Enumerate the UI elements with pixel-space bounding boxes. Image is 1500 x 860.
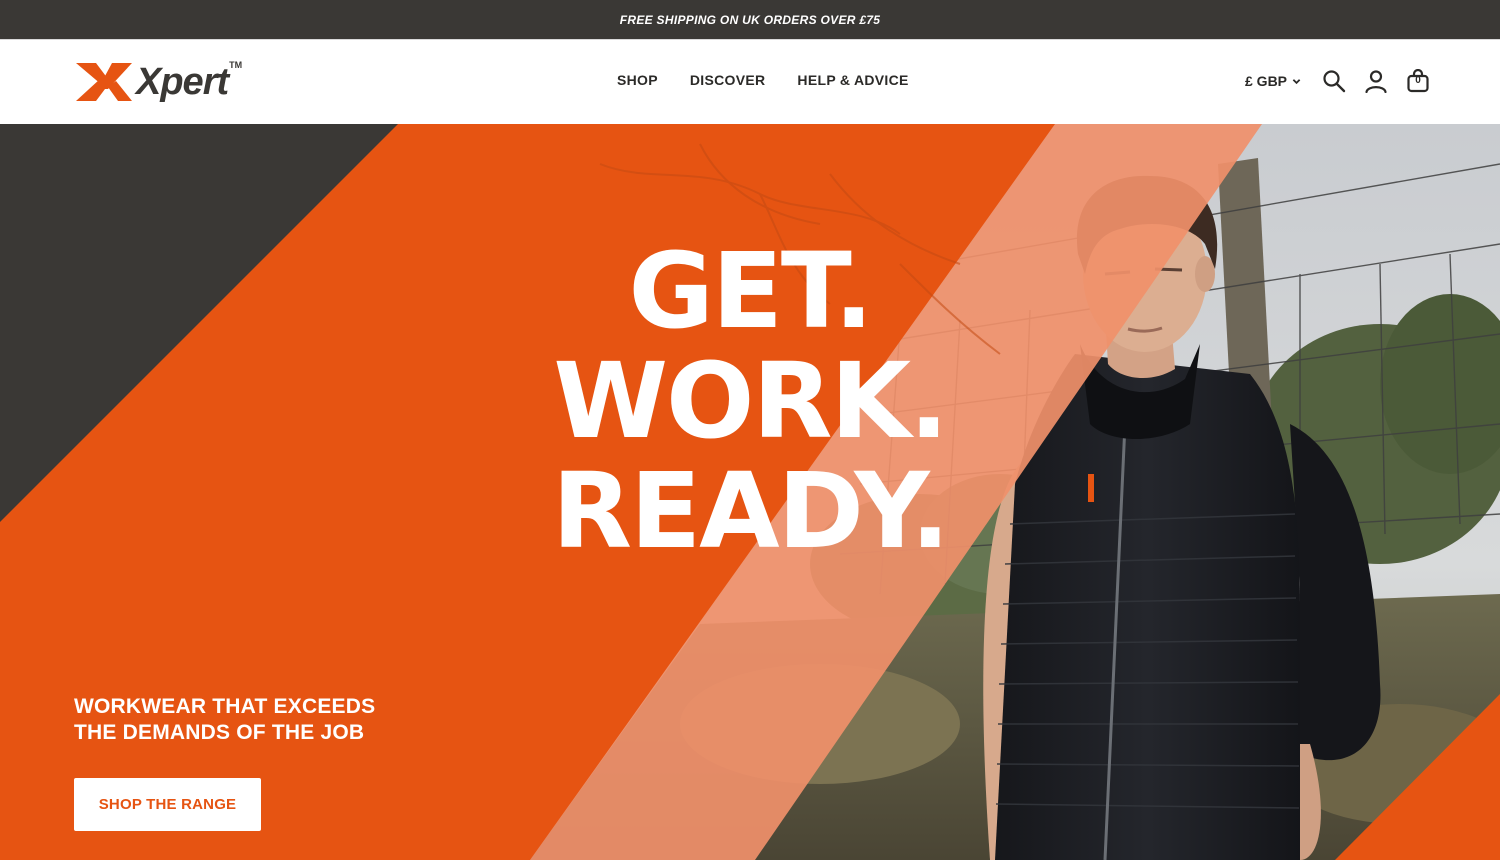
currency-selector[interactable]: £ GBP bbox=[1245, 73, 1301, 89]
headline-line-2: WORK. bbox=[553, 340, 948, 462]
tagline-line-2: THE DEMANDS OF THE JOB bbox=[74, 721, 365, 744]
headline-line-1: GET. bbox=[628, 230, 873, 352]
hero-headline: GET. WORK. READY. bbox=[530, 236, 970, 566]
hero-banner: GET. WORK. READY. WORKWEAR THAT EXCEEDS … bbox=[0, 124, 1500, 860]
cart-button[interactable]: 0 bbox=[1405, 68, 1431, 94]
brand-logo[interactable]: Xpert TM bbox=[74, 58, 269, 106]
nav-item-discover[interactable]: DISCOVER bbox=[690, 70, 766, 90]
tagline-line-1: WORKWEAR THAT EXCEEDS bbox=[74, 695, 376, 718]
hero-tagline: WORKWEAR THAT EXCEEDS THE DEMANDS OF THE… bbox=[74, 694, 414, 746]
announcement-text: FREE SHIPPING ON UK ORDERS OVER £75 bbox=[619, 12, 881, 27]
headline-line-3: READY. bbox=[552, 450, 950, 572]
nav-item-help-advice[interactable]: HELP & ADVICE bbox=[797, 70, 908, 90]
trademark-mark: TM bbox=[229, 60, 243, 70]
brand-name: Xpert bbox=[136, 61, 229, 103]
header-utilities: £ GBP 0 bbox=[1245, 66, 1431, 96]
main-navigation: SHOP DISCOVER HELP & ADVICE bbox=[617, 70, 909, 90]
search-button[interactable] bbox=[1321, 68, 1347, 94]
xpert-x-logo-icon bbox=[76, 63, 132, 101]
account-button[interactable] bbox=[1363, 68, 1389, 94]
chevron-down-icon bbox=[1292, 78, 1301, 84]
account-icon bbox=[1365, 70, 1387, 93]
currency-label: £ GBP bbox=[1245, 73, 1288, 89]
cart-count-badge: 0 bbox=[1415, 75, 1421, 86]
nav-item-shop[interactable]: SHOP bbox=[617, 70, 658, 90]
shop-the-range-button[interactable]: SHOP THE RANGE bbox=[74, 778, 261, 831]
announcement-bar: FREE SHIPPING ON UK ORDERS OVER £75 bbox=[0, 0, 1500, 39]
site-header: Xpert TM SHOP DISCOVER HELP & ADVICE £ G… bbox=[0, 40, 1500, 124]
search-icon bbox=[1323, 70, 1346, 93]
